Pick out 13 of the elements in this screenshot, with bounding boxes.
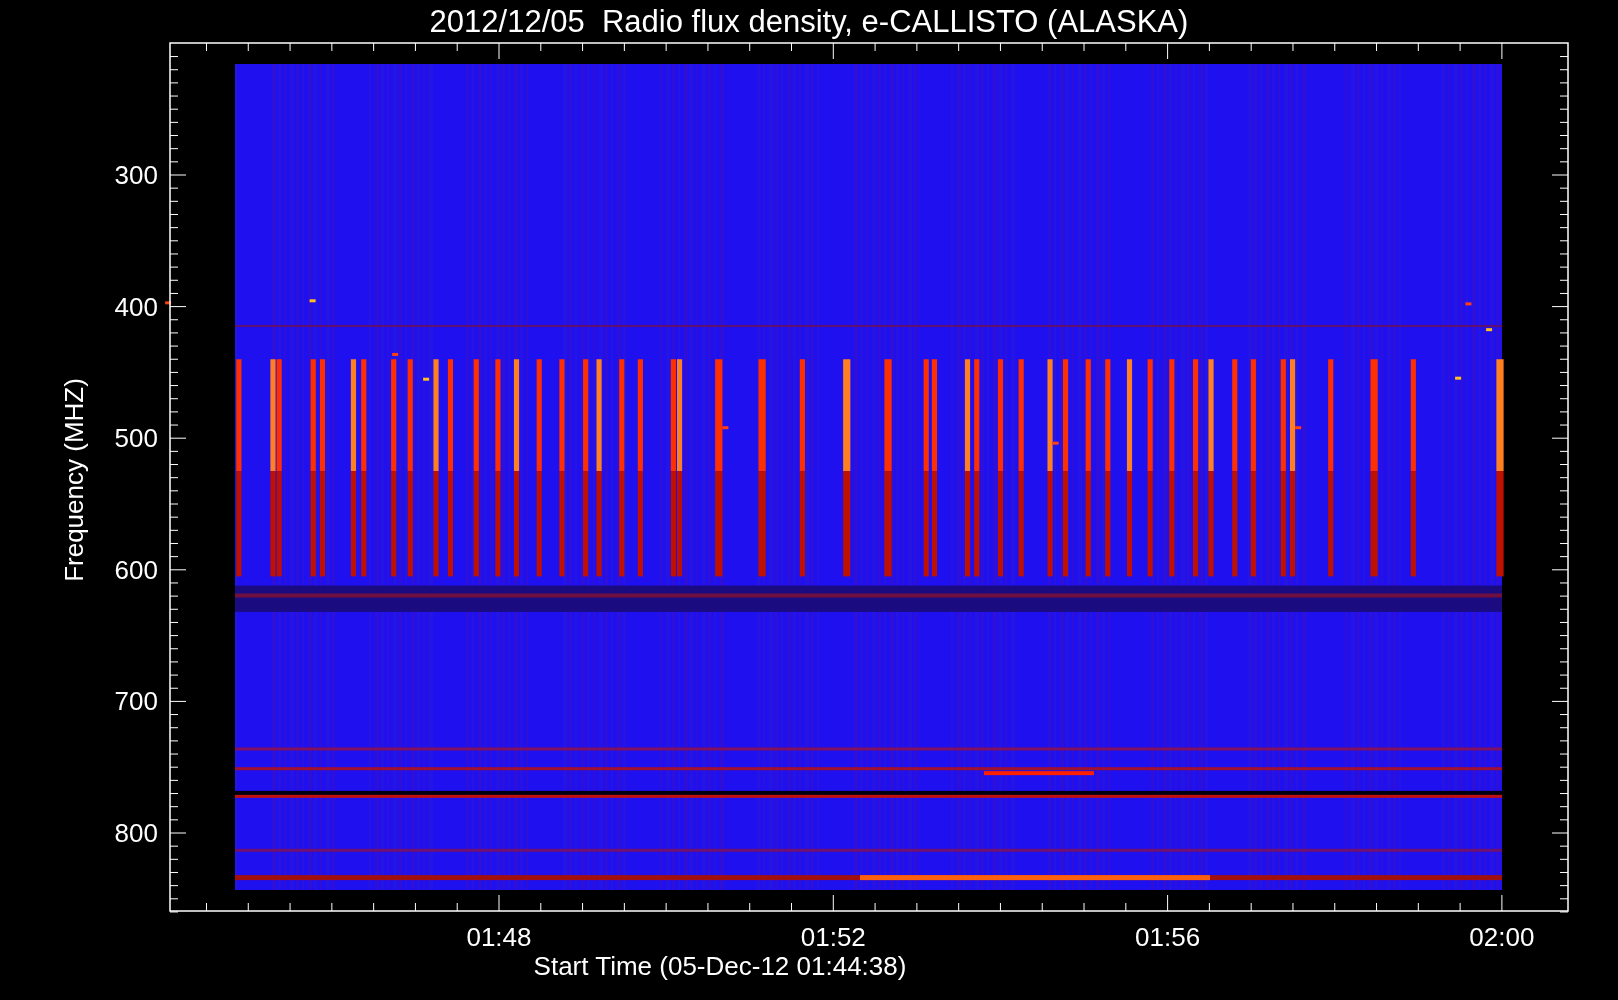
tick-label: 01:56 (1135, 922, 1201, 952)
tick-label: 600 (114, 554, 158, 585)
chart-title: 2012/12/05 Radio flux density, e-CALLISTO (ALASKA) (429, 4, 1189, 39)
y-axis-label: Frequency (MHZ) (59, 378, 89, 582)
tick-label: 800 (114, 818, 158, 848)
tick-label: 500 (114, 423, 158, 454)
tick-label: 300 (114, 160, 158, 190)
tick-label: 700 (114, 686, 158, 717)
tick-label: 02:00 (1469, 922, 1535, 952)
tick-label: 01:52 (800, 922, 866, 952)
tick-label: 01:48 (466, 922, 532, 952)
x-axis-label: Start Time (05-Dec-12 01:44:38) (533, 951, 907, 981)
tick-label: 400 (114, 291, 158, 322)
